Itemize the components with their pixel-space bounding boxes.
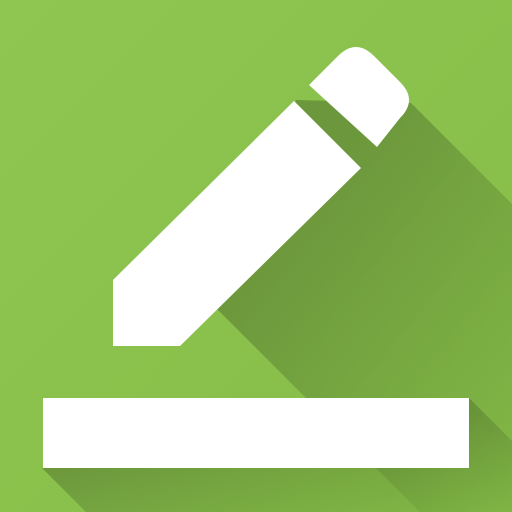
edit-app-icon[interactable] <box>0 0 512 512</box>
baseline-bar-shape <box>43 398 469 468</box>
edit-icon <box>0 0 512 512</box>
